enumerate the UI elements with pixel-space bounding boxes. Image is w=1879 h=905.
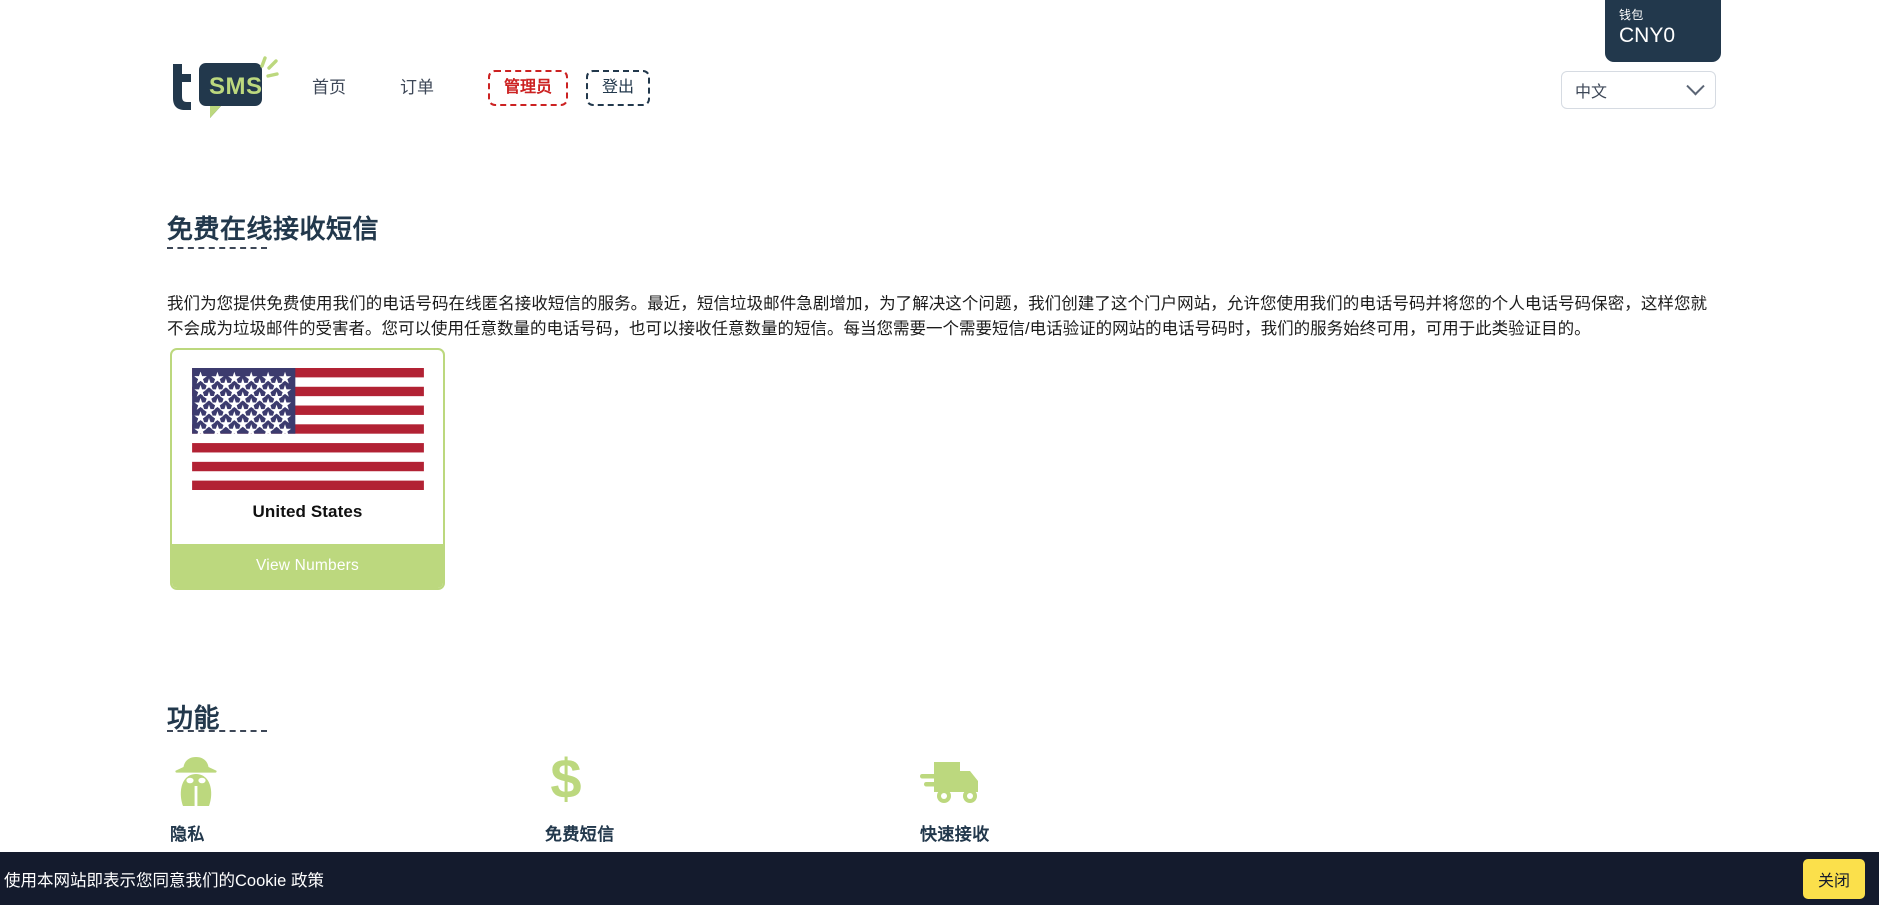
language-selector[interactable]: 中文: [1561, 71, 1716, 109]
country-flag-wrap: [172, 350, 443, 502]
svg-text:$: $: [550, 750, 581, 806]
country-name: United States: [172, 502, 443, 544]
language-selected-value: 中文: [1575, 78, 1689, 102]
svg-text:SMS: SMS: [209, 73, 263, 100]
cookie-banner: 使用本网站即表示您同意我们的Cookie 政策 关闭: [0, 852, 1879, 905]
us-flag-icon: [192, 368, 424, 490]
logo-icon: SMS: [163, 56, 281, 122]
feature-label: 快速接收: [920, 820, 1295, 845]
cookie-message: 使用本网站即表示您同意我们的Cookie 政策: [4, 867, 1803, 891]
feature-fast-receive: 快速接收: [920, 748, 1295, 845]
features-divider: [167, 730, 267, 732]
view-numbers-button[interactable]: View Numbers: [172, 544, 443, 588]
hero-paragraph: 我们为您提供免费使用我们的电话号码在线匿名接收短信的服务。最近，短信垃圾邮件急剧…: [167, 292, 1707, 342]
feature-privacy: 隐私: [170, 748, 545, 845]
title-divider: [167, 247, 267, 249]
logout-button[interactable]: 登出: [586, 70, 650, 106]
cookie-close-button[interactable]: 关闭: [1803, 859, 1865, 899]
delivery-truck-icon: [920, 748, 1295, 806]
site-logo[interactable]: SMS: [163, 56, 281, 122]
dollar-icon: $: [545, 748, 920, 806]
nav-item-home[interactable]: 首页: [312, 68, 346, 108]
features-list: 隐私 $ 免费短信: [170, 748, 1710, 845]
main-navigation: 首页 订单 管理员 登出: [312, 68, 668, 108]
page-title: 免费在线接收短信: [167, 209, 379, 246]
nav-item-orders[interactable]: 订单: [400, 68, 434, 108]
country-card-united-states[interactable]: United States View Numbers: [170, 348, 445, 590]
feature-label: 免费短信: [545, 820, 920, 845]
wallet-badge[interactable]: 钱包 CNY0: [1605, 0, 1721, 62]
wallet-label: 钱包: [1619, 8, 1707, 22]
site-header: SMS 首页 订单 管理员 登出 中文: [0, 0, 1879, 134]
spy-icon: [170, 748, 545, 806]
admin-button[interactable]: 管理员: [488, 70, 568, 106]
feature-free-sms: $ 免费短信: [545, 748, 920, 845]
wallet-amount: CNY0: [1619, 23, 1707, 49]
feature-label: 隐私: [170, 820, 545, 845]
chevron-down-icon: [1686, 77, 1704, 95]
